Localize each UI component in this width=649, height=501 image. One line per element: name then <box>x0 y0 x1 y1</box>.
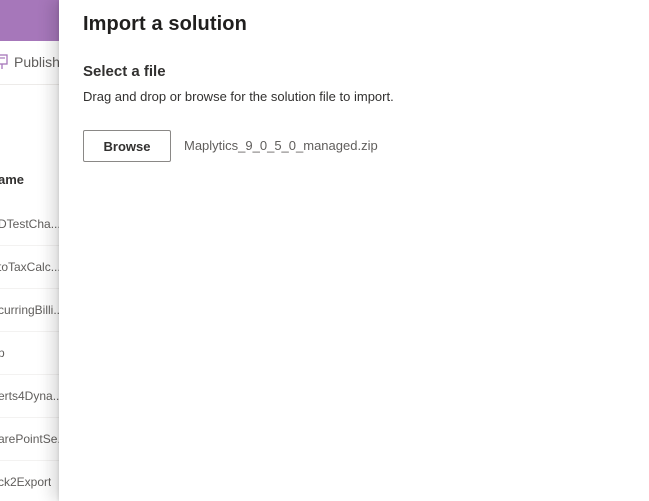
publish-label: Publish <box>14 54 60 70</box>
import-solution-panel: Import a solution Select a file Drag and… <box>59 0 649 501</box>
browse-button[interactable]: Browse <box>83 130 171 162</box>
list-item[interactable]: arePointSe... <box>0 418 68 461</box>
list-item[interactable]: toTaxCalc... <box>0 246 68 289</box>
publish-button[interactable]: Publish <box>0 54 60 70</box>
column-header-name[interactable]: ame <box>0 172 24 187</box>
list-item[interactable]: p <box>0 332 68 375</box>
list-item[interactable]: ck2Export <box>0 461 68 501</box>
list-item[interactable]: DTestCha... <box>0 203 68 246</box>
section-title: Select a file <box>83 63 166 80</box>
publish-icon <box>0 54 8 70</box>
list-item[interactable]: erts4Dyna... <box>0 375 68 418</box>
list-item[interactable]: curringBilli... <box>0 289 68 332</box>
section-description: Drag and drop or browse for the solution… <box>83 89 394 104</box>
selected-file-name: Maplytics_9_0_5_0_managed.zip <box>184 138 378 153</box>
panel-title: Import a solution <box>83 13 247 35</box>
